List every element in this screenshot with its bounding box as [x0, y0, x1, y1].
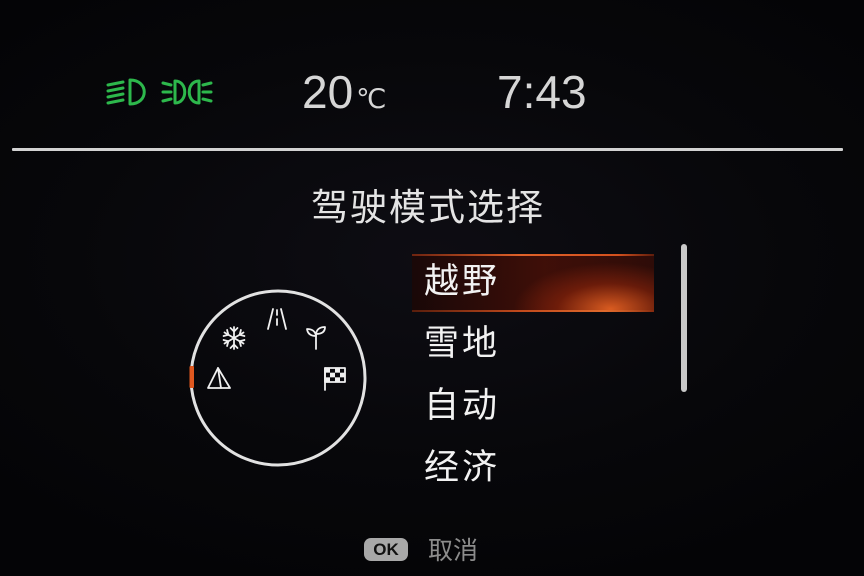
menu-item-offroad[interactable]: 越野 [412, 251, 654, 313]
menu-item-label: 自动 [424, 386, 501, 426]
drive-mode-list: 越野 雪地 自动 经济 [412, 251, 654, 499]
temperature-value: 20 [302, 66, 354, 118]
dial-selection-marker [189, 366, 194, 388]
cancel-button[interactable]: 取消 [428, 534, 478, 568]
road-icon [267, 308, 287, 330]
temperature-unit: ℃ [356, 84, 387, 115]
menu-item-label: 雪地 [424, 324, 501, 364]
low-beam-headlight-icon [106, 78, 146, 106]
snowflake-icon [222, 326, 246, 350]
eco-sprout-icon [306, 326, 326, 350]
menu-item-eco[interactable]: 经济 [412, 437, 654, 499]
mountain-icon [207, 367, 231, 389]
position-lights-icon [161, 79, 213, 105]
menu-item-auto[interactable]: 自动 [412, 375, 654, 437]
menu-item-snow[interactable]: 雪地 [412, 313, 654, 375]
checkered-flag-icon [324, 367, 346, 391]
drive-mode-screen: 20 ℃ 7:43 驾驶模式选择 越野 雪地 自动 经济 OK 取消 [0, 0, 864, 576]
scrollbar[interactable] [681, 244, 687, 392]
page-title: 驾驶模式选择 [311, 186, 545, 229]
menu-item-label: 越野 [424, 262, 501, 302]
drive-mode-dial [189, 289, 367, 467]
outside-temperature: 20 ℃ [302, 69, 387, 115]
menu-item-label: 经济 [424, 448, 501, 488]
ok-key-badge[interactable]: OK [364, 538, 408, 561]
header-divider [12, 148, 843, 151]
clock: 7:43 [497, 66, 587, 118]
